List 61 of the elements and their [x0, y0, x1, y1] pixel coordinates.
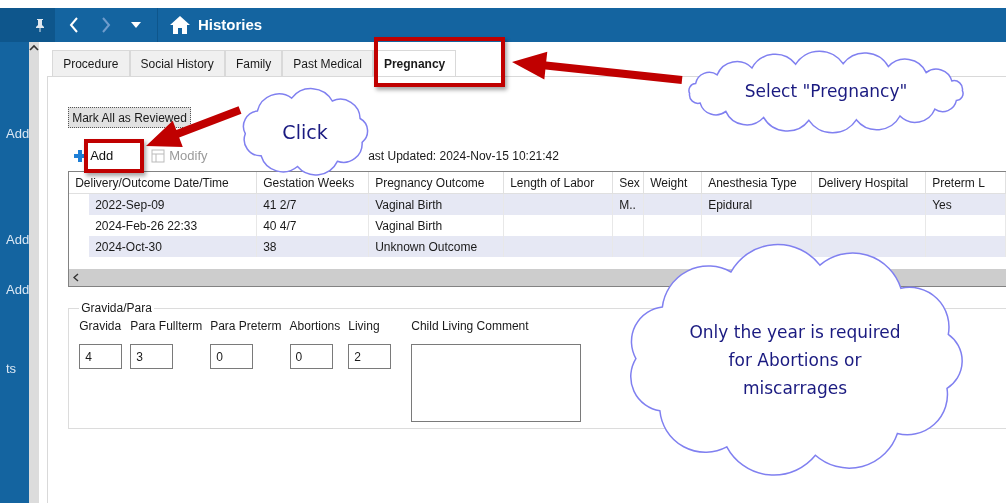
- table-cell-text: 2024-Feb-26 22:33: [95, 217, 198, 235]
- field-label: Abortions: [289, 318, 341, 335]
- grid-icon: [151, 149, 166, 163]
- sidebar-item[interactable]: Add: [6, 282, 30, 298]
- table-cell-text: Yes: [932, 196, 952, 214]
- tab[interactable]: Past Medical: [282, 50, 373, 76]
- field-label: Child Living Comment: [411, 318, 530, 335]
- column-header[interactable]: Pregnancy Outcome: [369, 172, 505, 193]
- table-cell-text: 38: [263, 238, 277, 256]
- highlight-frame: [84, 139, 144, 173]
- tab[interactable]: Family: [224, 50, 283, 76]
- scroll-up-icon[interactable]: [29, 44, 40, 52]
- sidebar-item[interactable]: ts: [6, 361, 30, 377]
- column-header[interactable]: Delivery Hospital: [812, 172, 927, 193]
- scrollbar[interactable]: [29, 42, 40, 503]
- column-header[interactable]: Length of Labor: [504, 172, 614, 193]
- table-cell-text: Epidural: [708, 196, 753, 214]
- column-header[interactable]: Preterm L: [926, 172, 1006, 193]
- field-label: Living: [348, 318, 381, 335]
- mark-all-reviewed-button[interactable]: Mark All as Reviewed: [68, 107, 191, 128]
- pin-icon: [35, 18, 45, 32]
- table-cell-text: 2024-Oct-30: [95, 238, 162, 256]
- number-field[interactable]: 0: [289, 344, 333, 369]
- number-field[interactable]: 4: [79, 344, 123, 369]
- callout-text: Only the year is required for Abortions or miscarrages: [688, 321, 902, 400]
- table-cell-text: Vaginal Birth: [375, 196, 443, 214]
- plus-icon: [74, 150, 87, 162]
- callout-text: Select "Pregnancy": [744, 80, 908, 104]
- add-button[interactable]: Add: [74, 146, 114, 166]
- number-field[interactable]: 2: [348, 344, 392, 369]
- table-row[interactable]: 2024-Oct-30 38 Unknown Outcome: [89, 236, 1006, 257]
- back-icon[interactable]: [69, 17, 79, 33]
- tab[interactable]: Social History: [129, 50, 225, 76]
- table-cell-text: 40 4/7: [263, 217, 297, 235]
- table-cell-text: M..: [619, 196, 636, 214]
- tab[interactable]: Pregnancy: [372, 50, 457, 76]
- number-field[interactable]: 3: [130, 344, 174, 369]
- field-label: Gravida: [79, 318, 123, 335]
- field-label: Para Preterm: [210, 318, 282, 335]
- tab[interactable]: Procedure: [52, 50, 130, 76]
- dropdown-icon[interactable]: [131, 22, 141, 28]
- callout-text: Click: [282, 119, 328, 145]
- number-field[interactable]: 0: [210, 344, 254, 369]
- column-header[interactable]: Sex: [613, 172, 645, 193]
- column-header[interactable]: Anesthesia Type: [702, 172, 813, 193]
- sidebar-item[interactable]: Add: [6, 232, 30, 248]
- table-cell-text: Vaginal Birth: [375, 217, 443, 235]
- table-cell-text: 41 2/7: [263, 196, 297, 214]
- field-label: Para Fullterm: [130, 318, 203, 335]
- sidebar-item[interactable]: Add: [6, 126, 30, 142]
- table-cell-text: Unknown Outcome: [375, 238, 478, 256]
- column-header[interactable]: Delivery/Outcome Date/Time: [69, 172, 258, 193]
- window-title: Histories: [198, 14, 263, 35]
- group-title: Gravida/Para: [80, 300, 153, 317]
- column-header[interactable]: Weight: [644, 172, 703, 193]
- home-icon[interactable]: [170, 16, 190, 34]
- last-updated-text: ast Updated: 2024-Nov-15 10:21:42: [368, 148, 559, 165]
- table-cell-text: 2022-Sep-09: [95, 196, 165, 214]
- scroll-left-icon[interactable]: [73, 273, 80, 282]
- table-row[interactable]: 2022-Sep-09 41 2/7 Vaginal Birth M.. Epidural Yes: [89, 194, 1006, 215]
- comment-field[interactable]: [411, 344, 582, 422]
